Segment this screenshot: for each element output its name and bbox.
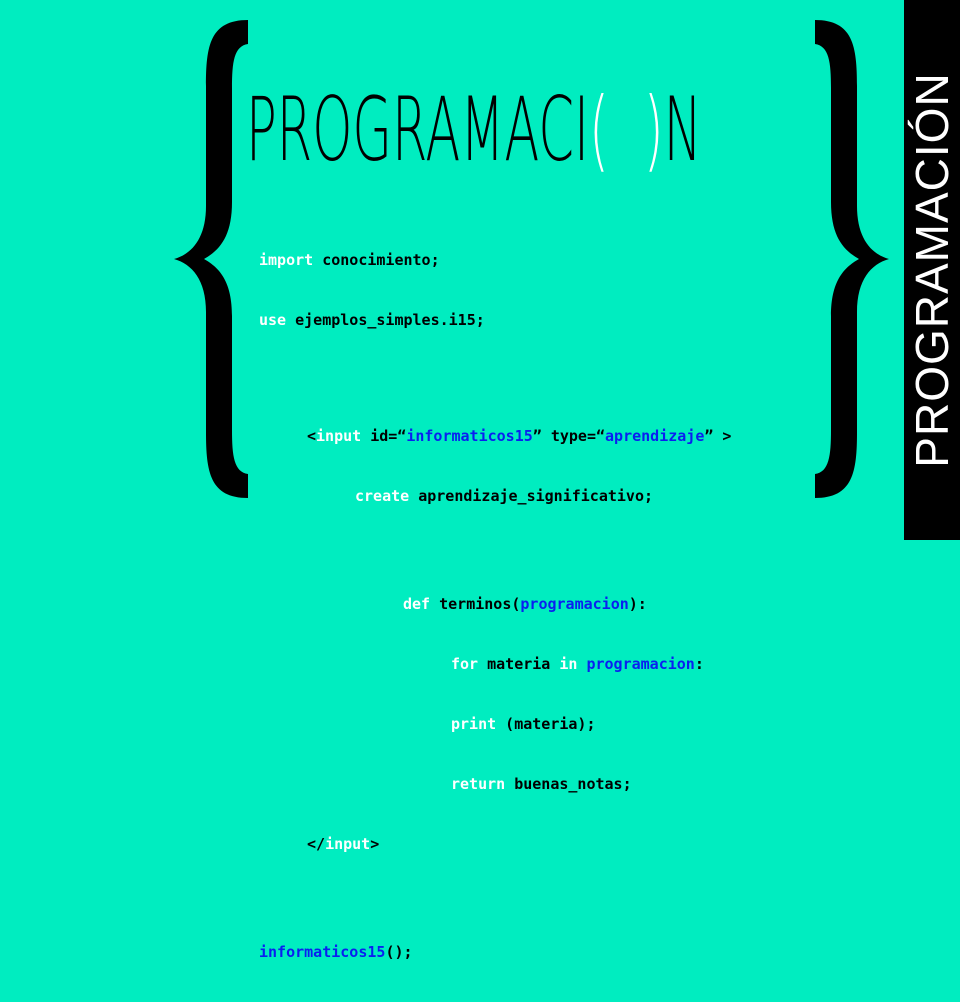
right-curly-brace	[783, 16, 893, 502]
code-keyword: return	[451, 775, 506, 793]
title-close-paren: )	[643, 78, 664, 181]
code-spacer	[259, 894, 731, 902]
code-line: create aprendizaje_significativo;	[259, 486, 731, 506]
code-text: materia	[478, 655, 560, 673]
code-string: informaticos15	[259, 943, 386, 961]
title-text-start: PROGRAMACI	[246, 78, 590, 181]
code-text: id=“	[361, 427, 407, 445]
code-string: programacion	[586, 655, 695, 673]
code-keyword: def	[403, 595, 431, 613]
code-line: return buenas_notas;	[259, 774, 731, 794]
code-text: aprendizaje_significativo;	[409, 487, 654, 505]
code-line: for materia in programacion:	[259, 654, 731, 674]
code-keyword: import	[259, 251, 314, 269]
code-text: <	[307, 427, 317, 445]
code-line: </input>	[259, 834, 731, 854]
code-string: aprendizaje	[605, 427, 705, 445]
title-text-end: N	[663, 78, 702, 181]
code-text: buenas_notas;	[505, 775, 632, 793]
code-line: import conocimiento;	[259, 250, 731, 270]
side-label: PROGRAMACIÓN	[906, 72, 958, 468]
code-keyword: use	[259, 311, 287, 329]
code-keyword: print	[451, 715, 497, 733]
slide: PROGRAMACI()N import conocimiento; use e…	[0, 0, 960, 961]
code-text: ();	[385, 943, 413, 961]
code-text: >	[370, 835, 380, 853]
code-string: informaticos15	[406, 427, 533, 445]
code-line: <input id=“informaticos15” type=“aprendi…	[259, 426, 731, 446]
code-keyword: in	[559, 655, 578, 673]
code-text: ” type=“	[532, 427, 606, 445]
code-text: conocimiento;	[313, 251, 440, 269]
code-keyword: input	[325, 835, 371, 853]
code-text: ejemplos_simples.i15;	[286, 311, 485, 329]
title: PROGRAMACI()N	[246, 70, 702, 190]
code-spacer	[259, 546, 731, 554]
code-line: use ejemplos_simples.i15;	[259, 310, 731, 330]
code-spacer	[259, 370, 731, 386]
code-text: ” >	[704, 427, 732, 445]
code-string: programacion	[520, 595, 629, 613]
title-open-paren: (	[589, 78, 609, 181]
code-line: informaticos15();	[259, 942, 731, 962]
code-keyword: create	[355, 487, 410, 505]
code-keyword: for	[451, 655, 479, 673]
code-text: :	[694, 655, 704, 673]
code-line: print (materia);	[259, 714, 731, 734]
code-text: </	[307, 835, 326, 853]
code-block: import conocimiento; use ejemplos_simple…	[259, 210, 731, 1002]
code-keyword: input	[316, 427, 362, 445]
code-line: def terminos(programacion):	[259, 594, 731, 614]
code-text: (materia);	[496, 715, 596, 733]
code-text: terminos(	[430, 595, 521, 613]
code-text: ):	[628, 595, 647, 613]
side-panel: PROGRAMACIÓN	[904, 0, 960, 540]
